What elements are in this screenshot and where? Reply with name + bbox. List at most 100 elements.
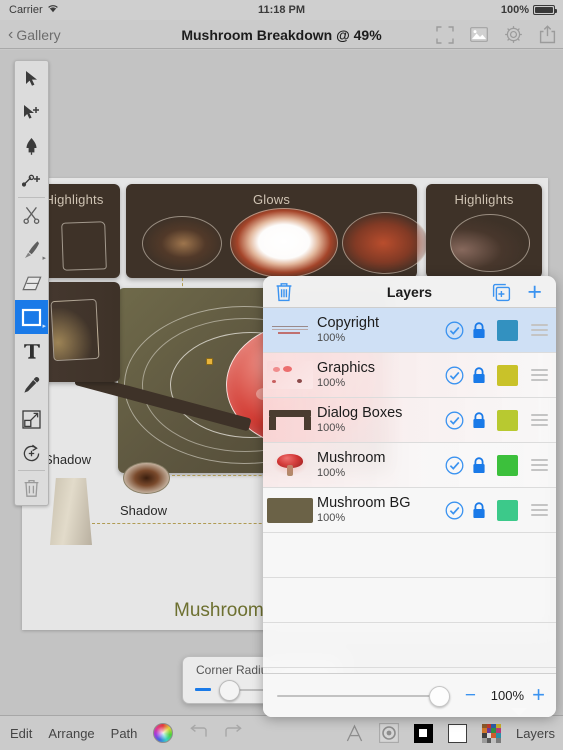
- rectangle-submenu-chevron-icon: ▸: [42, 323, 46, 330]
- add-layer-button[interactable]: +: [527, 279, 542, 304]
- highlight-ellipse[interactable]: [450, 214, 530, 272]
- add-node-tool[interactable]: [15, 95, 48, 129]
- settings-gear-icon[interactable]: [503, 25, 523, 45]
- lock-icon[interactable]: [467, 501, 491, 519]
- text-a-icon[interactable]: [345, 723, 364, 743]
- eraser-tool[interactable]: [15, 266, 48, 300]
- bottom-toolbar-right: Layers: [345, 723, 555, 743]
- layers-list[interactable]: Copyright 100% Graphics 100% Dialog Boxe…: [263, 308, 556, 673]
- stroke-swatch-icon[interactable]: [447, 723, 467, 743]
- path-menu-button[interactable]: Path: [111, 726, 138, 741]
- glow-ellipse-right[interactable]: [342, 212, 428, 274]
- status-bar: Carrier 11:18 PM 100%: [0, 0, 563, 20]
- arrange-menu-button[interactable]: Arrange: [48, 726, 94, 741]
- lock-icon[interactable]: [467, 366, 491, 384]
- undo-arrow-icon[interactable]: [189, 723, 208, 743]
- panel-highlights-right-label: Highlights: [454, 192, 514, 207]
- panel-highlights-right[interactable]: Highlights: [426, 184, 542, 278]
- layers-popover[interactable]: Layers + Copyright 100% Graphics 100% Di…: [263, 276, 556, 717]
- transform-tool[interactable]: [15, 402, 48, 436]
- layer-color-swatch[interactable]: [491, 499, 523, 521]
- duplicate-layer-icon[interactable]: [492, 283, 511, 301]
- panel-glows-label: Glows: [252, 192, 291, 207]
- corner-radius-indicator: [195, 688, 211, 691]
- table-row[interactable]: Mushroom 100%: [263, 443, 556, 488]
- pen-tool[interactable]: [15, 129, 48, 163]
- status-bar-time: 11:18 PM: [257, 4, 306, 16]
- rotate-tool[interactable]: [15, 436, 48, 470]
- table-row[interactable]: Dialog Boxes 100%: [263, 398, 556, 443]
- empty-layer-row[interactable]: [263, 578, 556, 623]
- table-row[interactable]: Graphics 100%: [263, 353, 556, 398]
- image-icon[interactable]: [469, 25, 489, 45]
- check-circle-icon[interactable]: [441, 411, 467, 430]
- brush-tool[interactable]: ▸: [15, 232, 48, 266]
- check-circle-icon[interactable]: [441, 501, 467, 520]
- color-wheel-icon[interactable]: [153, 723, 174, 743]
- leader-line-2: [92, 523, 292, 524]
- layer-text-block: Graphics 100%: [317, 360, 441, 390]
- layer-color-swatch[interactable]: [491, 454, 523, 476]
- empty-layer-row[interactable]: [263, 533, 556, 578]
- check-circle-icon[interactable]: [441, 321, 467, 340]
- stem-shape[interactable]: [50, 478, 92, 545]
- empty-layer-row[interactable]: [263, 623, 556, 668]
- drag-handle[interactable]: [523, 504, 556, 516]
- check-circle-icon[interactable]: [441, 366, 467, 385]
- layer-color-swatch[interactable]: [491, 364, 523, 386]
- eyedropper-tool[interactable]: [15, 368, 48, 402]
- glow-ellipse-large[interactable]: [230, 208, 338, 278]
- lock-icon[interactable]: [467, 321, 491, 339]
- layer-name: Mushroom BG: [317, 495, 411, 511]
- select-arrow-tool[interactable]: [15, 61, 48, 95]
- corner-radius-slider-knob[interactable]: [219, 680, 240, 701]
- effects-target-icon[interactable]: [379, 723, 399, 743]
- shadow-label-1: Shadow: [44, 452, 91, 467]
- lock-icon[interactable]: [467, 411, 491, 429]
- battery-icon: [533, 5, 557, 15]
- drag-handle[interactable]: [523, 414, 556, 426]
- layers-button[interactable]: Layers: [516, 726, 555, 741]
- node-path-tool[interactable]: [15, 163, 48, 197]
- opacity-value: 100%: [490, 688, 524, 703]
- fill-swatch-icon[interactable]: [413, 723, 433, 743]
- drag-handle[interactable]: [523, 324, 556, 336]
- fullscreen-icon[interactable]: [435, 25, 455, 45]
- drag-handle[interactable]: [523, 369, 556, 381]
- text-tool[interactable]: [15, 334, 48, 368]
- opacity-increase-button[interactable]: +: [532, 684, 545, 706]
- opacity-slider-knob[interactable]: [429, 686, 450, 707]
- mushroom-bg-thumb: [267, 498, 313, 523]
- scissors-tool[interactable]: [15, 198, 48, 232]
- shadow-ellipse[interactable]: [123, 462, 170, 494]
- check-circle-icon[interactable]: [441, 456, 467, 475]
- redo-arrow-icon[interactable]: [224, 723, 243, 743]
- drag-handle[interactable]: [523, 459, 556, 471]
- layers-panel-title: Layers: [386, 283, 433, 300]
- layer-color-swatch[interactable]: [491, 409, 523, 431]
- share-icon[interactable]: [537, 25, 557, 45]
- delete-tool[interactable]: [15, 471, 48, 505]
- layer-color-swatch[interactable]: [491, 319, 523, 341]
- panel-glows[interactable]: Glows: [126, 184, 428, 278]
- bottom-toolbar-left: Edit Arrange Path: [10, 723, 243, 743]
- selection-handle[interactable]: [206, 358, 213, 365]
- glow-ellipse-small[interactable]: [142, 216, 222, 271]
- layer-opacity: 100%: [317, 422, 346, 434]
- tools-toolbar[interactable]: ▸ ▸: [14, 60, 49, 506]
- layers-panel-header: Layers +: [263, 276, 556, 308]
- rectangle-tool[interactable]: ▸: [15, 300, 48, 334]
- opacity-decrease-button[interactable]: −: [465, 686, 476, 705]
- layer-name: Dialog Boxes: [317, 405, 403, 421]
- bottom-toolbar: Edit Arrange Path Layers: [0, 715, 563, 750]
- layer-name: Copyright: [317, 315, 380, 331]
- edit-menu-button[interactable]: Edit: [10, 726, 32, 741]
- opacity-slider-track[interactable]: [277, 695, 445, 697]
- color-palette-icon[interactable]: [481, 723, 501, 743]
- table-row[interactable]: Mushroom BG 100%: [263, 488, 556, 533]
- graphics-thumb: [267, 361, 313, 389]
- table-row[interactable]: Copyright 100%: [263, 308, 556, 353]
- lock-icon[interactable]: [467, 456, 491, 474]
- nav-bar-actions: [435, 20, 557, 49]
- layer-opacity: 100%: [317, 332, 346, 344]
